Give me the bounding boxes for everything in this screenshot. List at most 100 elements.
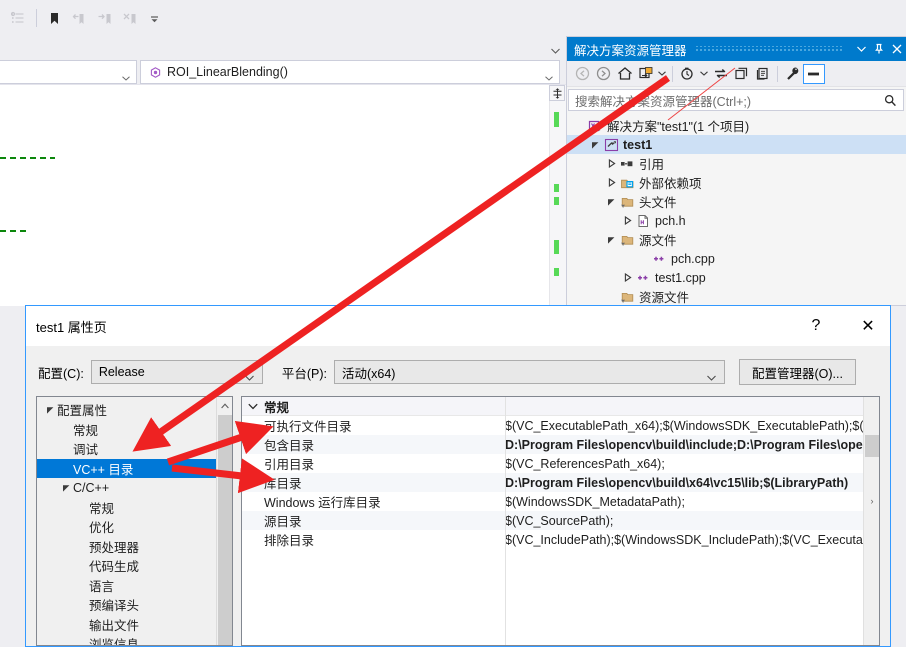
dialog-title-bar[interactable]: test1 属性页 ? ✕	[26, 306, 890, 346]
property-grid-row[interactable]: 引用目录 $(VC_ReferencesPath_x64);	[242, 454, 879, 473]
home-icon[interactable]	[614, 63, 635, 85]
property-grid-row[interactable]: 可执行文件目录 $(VC_ExecutablePath_x64);$(Window…	[242, 416, 879, 435]
solution-explorer-tree[interactable]: 解决方案"test1"(1 个项目) test1 引用外部依赖项 头文件 pch.h 源文…	[567, 113, 906, 306]
member-dropdown[interactable]: ROI_LinearBlending()	[140, 60, 560, 84]
chevron-down-icon	[244, 370, 254, 381]
scrollbar-map-margin[interactable]	[549, 85, 566, 307]
scrollbar-thumb[interactable]	[865, 435, 879, 457]
refresh-icon[interactable]	[710, 63, 731, 85]
expander-icon[interactable]	[59, 483, 73, 492]
pending-changes-filter-icon[interactable]	[677, 63, 698, 85]
expander-icon[interactable]	[589, 140, 602, 149]
property-grid-row[interactable]: 库目录 D:\Program Files\opencv\build\x64\vc1…	[242, 473, 879, 492]
property-grid-row[interactable]: 源目录 $(VC_SourcePath);	[242, 511, 879, 530]
sync-dropdown-icon[interactable]	[656, 63, 668, 85]
solution-tree-item[interactable]: 解决方案"test1"(1 个项目)	[567, 116, 906, 135]
configuration-manager-button[interactable]: 配置管理器(O)...	[738, 359, 856, 385]
search-icon[interactable]	[884, 94, 897, 110]
configuration-dropdown[interactable]: Release	[90, 360, 263, 384]
property-value[interactable]: $(VC_SourcePath);	[505, 514, 879, 528]
scroll-right-arrow-icon[interactable]: ›	[864, 493, 879, 509]
solution-tree-item[interactable]: 源文件	[567, 230, 906, 249]
property-category-item[interactable]: 常规	[37, 420, 232, 440]
solution-tree-item-label: 外部依赖项	[639, 177, 702, 191]
property-category-item[interactable]: 输出文件	[37, 615, 232, 635]
solution-tree-item[interactable]: 头文件	[567, 192, 906, 211]
solution-tree-item[interactable]: 资源文件	[567, 287, 906, 306]
back-icon[interactable]	[572, 63, 593, 85]
close-button[interactable]: ✕	[846, 306, 890, 346]
collapse-all-icon[interactable]	[731, 63, 752, 85]
property-category-label: 调试	[73, 443, 99, 458]
property-category-item[interactable]: 预处理器	[37, 537, 232, 557]
category-tree-scrollbar[interactable]	[216, 397, 232, 645]
toolbar-overflow-icon[interactable]	[142, 6, 166, 30]
panel-dropdown-icon[interactable]	[852, 38, 870, 60]
expander-icon[interactable]	[605, 159, 618, 168]
scope-dropdown[interactable]	[0, 60, 137, 84]
close-icon[interactable]	[888, 38, 906, 60]
solution-tree-item[interactable]: pch.cpp	[567, 249, 906, 268]
expander-icon[interactable]	[43, 405, 57, 414]
property-category-item[interactable]: 常规	[37, 498, 232, 518]
scroll-up-arrow-icon[interactable]	[217, 397, 232, 414]
property-category-item[interactable]: VC++ 目录	[37, 458, 232, 478]
property-category-item[interactable]: 语言	[37, 576, 232, 596]
expander-icon[interactable]	[621, 273, 634, 282]
pin-icon[interactable]	[870, 38, 888, 60]
solution-tree-item[interactable]: 外部依赖项	[567, 173, 906, 192]
expander-icon[interactable]	[605, 235, 618, 244]
show-all-files-icon[interactable]	[752, 63, 773, 85]
property-category-item[interactable]: 代码生成	[37, 556, 232, 576]
clear-bookmarks-icon[interactable]	[117, 6, 141, 30]
solution-explorer-search-input[interactable]: 搜索解决方案资源管理器(Ctrl+;)	[568, 89, 904, 111]
solution-tree-item[interactable]: test1.cpp	[567, 268, 906, 287]
property-grid-scrollbar[interactable]: ›	[863, 397, 879, 645]
property-name: Windows 运行库目录	[264, 496, 381, 510]
solution-tree-item-label: 资源文件	[639, 291, 690, 305]
property-category-item[interactable]: 优化	[37, 517, 232, 537]
code-editor[interactable]	[0, 84, 566, 307]
help-button[interactable]: ?	[794, 306, 838, 346]
property-category-tree[interactable]: 配置属性 常规 调试 VC++ 目录 C/C++ 常规 优化 预处理器 代码生成 语言 预编译头 输出…	[36, 396, 233, 646]
property-value[interactable]: $(WindowsSDK_MetadataPath);	[505, 495, 879, 509]
solution-tree-item[interactable]: test1	[567, 135, 906, 154]
expander-icon[interactable]	[605, 178, 618, 187]
property-category-item[interactable]: 预编译头	[37, 595, 232, 615]
scrollbar-thumb[interactable]	[218, 415, 232, 645]
property-grid-row[interactable]: 排除目录 $(VC_IncludePath);$(WindowsSDK_Inclu…	[242, 530, 879, 549]
property-category-item[interactable]: 配置属性	[37, 400, 232, 420]
platform-dropdown[interactable]: 活动(x64)	[333, 360, 725, 384]
property-category-item[interactable]: 浏览信息	[37, 634, 232, 645]
next-bookmark-icon[interactable]	[92, 6, 116, 30]
forward-icon[interactable]	[593, 63, 614, 85]
sync-with-active-document-icon[interactable]	[635, 63, 656, 85]
solution-tree-item[interactable]: 引用	[567, 154, 906, 173]
properties-icon[interactable]	[782, 63, 803, 85]
property-grid-row[interactable]: Windows 运行库目录 $(WindowsSDK_MetadataPath);	[242, 492, 879, 511]
task-list-icon[interactable]	[6, 6, 30, 30]
external-deps-icon	[618, 176, 637, 190]
solution-explorer-title-bar[interactable]: 解决方案资源管理器	[567, 37, 906, 61]
property-value[interactable]: $(VC_ReferencesPath_x64);	[505, 457, 879, 471]
bookmark-icon[interactable]	[42, 6, 66, 30]
expander-icon[interactable]	[621, 216, 634, 225]
property-grid[interactable]: 常规 可执行文件目录 $(VC_ExecutablePath_x64);$(Win…	[241, 396, 880, 646]
property-category-item[interactable]: C/C++	[37, 478, 232, 498]
property-category-item[interactable]: 调试	[37, 439, 232, 459]
property-group-header[interactable]: 常规	[242, 397, 879, 416]
property-value[interactable]: $(VC_ExecutablePath_x64);$(WindowsSDK_Ex…	[505, 419, 879, 433]
grid-column-splitter[interactable]	[505, 397, 506, 645]
filter-dropdown-icon[interactable]	[698, 63, 710, 85]
editor-splitter-handle[interactable]	[549, 85, 565, 101]
property-value[interactable]: $(VC_IncludePath);$(WindowsSDK_IncludePa…	[505, 533, 879, 547]
preview-selected-items-icon[interactable]	[803, 63, 825, 84]
expander-icon[interactable]	[605, 197, 618, 206]
chevron-down-icon[interactable]	[551, 43, 560, 54]
previous-bookmark-icon[interactable]	[67, 6, 91, 30]
chevron-down-icon[interactable]	[242, 403, 264, 410]
solution-tree-item[interactable]: pch.h	[567, 211, 906, 230]
property-value[interactable]: D:\Program Files\opencv\build\x64\vc15\l…	[505, 476, 879, 490]
property-value[interactable]: D:\Program Files\opencv\build\include;D:…	[505, 438, 879, 452]
property-grid-row[interactable]: 包含目录 D:\Program Files\opencv\build\includ…	[242, 435, 879, 454]
